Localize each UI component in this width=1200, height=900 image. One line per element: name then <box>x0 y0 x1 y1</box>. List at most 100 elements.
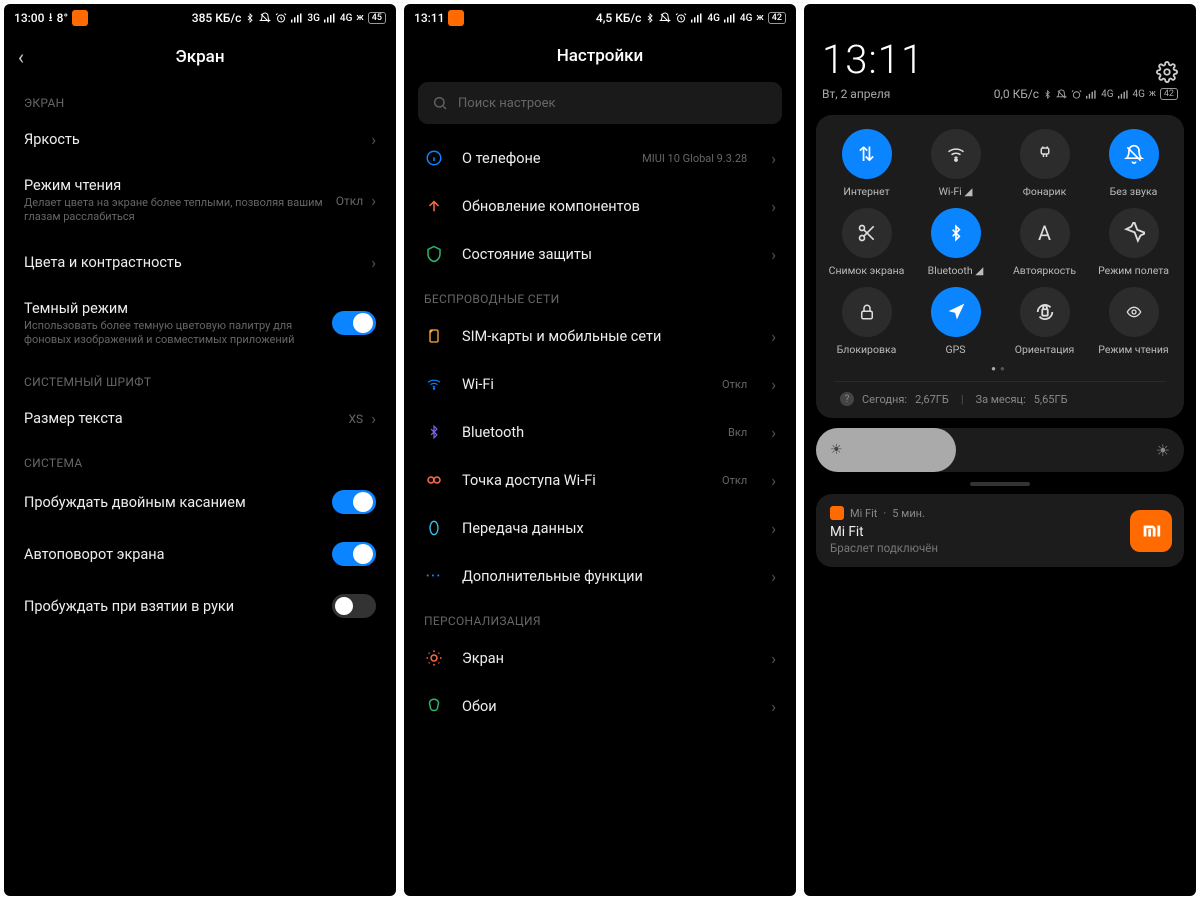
qs-tile-label: Блокировка <box>837 343 897 356</box>
auto-rotate-label: Автоповорот экрана <box>24 546 332 563</box>
qs-tile-label: Автояркость <box>1013 264 1076 277</box>
data-row[interactable]: Передача данных › <box>404 504 796 552</box>
shade-handle[interactable] <box>970 482 1030 486</box>
auto-rotate-toggle[interactable] <box>332 542 376 566</box>
mi-fit-icon <box>448 10 464 26</box>
chevron-right-icon: › <box>771 697 776 716</box>
wifi-icon <box>931 129 981 179</box>
wallpaper-row[interactable]: Обои › <box>404 682 796 730</box>
wifi-row[interactable]: Wi-Fi Откл › <box>404 360 796 408</box>
dark-mode-label: Темный режим <box>24 300 332 317</box>
brightness-row[interactable]: Яркость › <box>4 116 396 163</box>
gps-icon <box>931 287 981 337</box>
bluetooth-value: Вкл <box>728 426 747 439</box>
mute-icon <box>1109 129 1159 179</box>
shade-date: Вт, 2 апреля <box>822 87 890 101</box>
net-speed: 0,0 КБ/с <box>994 87 1039 101</box>
sim-row[interactable]: SIM-карты и мобильные сети › <box>404 312 796 360</box>
hotspot-row[interactable]: Точка доступа Wi-Fi Откл › <box>404 456 796 504</box>
qs-tile-label: Фонарик <box>1023 185 1067 198</box>
data-usage-row[interactable]: ? Сегодня: 2,67ГБ | За месяц: 5,65ГБ <box>834 381 1166 408</box>
phone-display-settings: 13:00 ⭳ 8° 385 КБ/с 3G 4G ж <box>4 4 396 896</box>
lift-wake-toggle[interactable] <box>332 594 376 618</box>
qs-tile-gps[interactable]: GPS <box>913 287 998 356</box>
wifi-icon <box>424 374 444 394</box>
signal-icon-2 <box>324 13 336 23</box>
qs-tile-autobright[interactable]: AАвтояркость <box>1002 208 1087 277</box>
chevron-right-icon: › <box>771 375 776 394</box>
shade-header: 13:11 <box>804 26 1196 87</box>
double-tap-toggle[interactable] <box>332 490 376 514</box>
double-tap-row[interactable]: Пробуждать двойным касанием <box>4 476 396 528</box>
reading-mode-row[interactable]: Режим чтения Делает цвета на экране боле… <box>4 163 396 239</box>
wallpaper-icon <box>424 696 444 716</box>
qs-tile-reading[interactable]: Режим чтения <box>1091 287 1176 356</box>
bluetooth-icon <box>931 208 981 258</box>
colors-row[interactable]: Цвета и контрастность › <box>4 239 396 286</box>
qs-tile-label: Интернет <box>843 185 889 198</box>
brightness-label: Яркость <box>24 131 365 148</box>
status-bar: 13:00 ⭳ 8° 385 КБ/с 3G 4G ж <box>4 4 396 32</box>
notification-card[interactable]: Mi Fit · 5 мин. Mi Fit Браслет подключён <box>816 494 1184 567</box>
net-speed: 4,5 КБ/с <box>596 11 642 25</box>
qs-tile-screenshot[interactable]: Снимок экрана <box>824 208 909 277</box>
qs-tile-label: Режим чтения <box>1098 343 1168 356</box>
shade-subheader: Вт, 2 апреля 0,0 КБ/с 4G 4G ж 42 <box>804 87 1196 109</box>
lift-wake-row[interactable]: Пробуждать при взятии в руки <box>4 580 396 632</box>
shield-icon <box>424 244 444 264</box>
dark-mode-toggle[interactable] <box>332 311 376 335</box>
qs-tile-label: Ориентация <box>1015 343 1075 356</box>
battery-indicator: 42 <box>768 12 786 24</box>
security-row[interactable]: Состояние защиты › <box>404 230 796 278</box>
info-icon <box>424 148 444 168</box>
qs-tile-flashlight[interactable]: Фонарик <box>1002 129 1087 198</box>
net-type-1: 4G <box>707 13 720 24</box>
lock-icon <box>842 287 892 337</box>
qs-tile-bluetooth[interactable]: Bluetooth ◢ <box>913 208 998 277</box>
text-size-label: Размер текста <box>24 410 349 427</box>
back-button[interactable]: ‹ <box>18 45 24 69</box>
update-label: Обновление компонентов <box>462 198 747 215</box>
update-icon <box>424 196 444 216</box>
internet-icon: ⇅ <box>842 129 892 179</box>
display-row[interactable]: Экран › <box>404 634 796 682</box>
status-time: 13:11 <box>414 11 444 25</box>
update-row[interactable]: Обновление компонентов › <box>404 182 796 230</box>
info-icon: ? <box>840 392 854 406</box>
signal-icon-2 <box>1118 90 1129 99</box>
settings-button[interactable] <box>1156 61 1178 83</box>
about-phone-row[interactable]: О телефоне MIUI 10 Global 9.3.28 › <box>404 134 796 182</box>
section-screen: ЭКРАН <box>4 82 396 116</box>
qs-tile-wifi[interactable]: Wi-Fi ◢ <box>913 129 998 198</box>
search-input[interactable]: Поиск настроек <box>418 82 782 124</box>
signal-icon <box>691 13 703 23</box>
section-font: СИСТЕМНЫЙ ШРИФТ <box>4 361 396 395</box>
qs-tile-airplane[interactable]: Режим полета <box>1091 208 1176 277</box>
wallpaper-label: Обои <box>462 698 747 715</box>
alarm-icon <box>675 12 687 24</box>
airplane-icon <box>1109 208 1159 258</box>
qs-tile-orientation[interactable]: Ориентация <box>1002 287 1087 356</box>
bluetooth-row[interactable]: Bluetooth Вкл › <box>404 408 796 456</box>
notif-title: Mi Fit <box>830 524 1170 540</box>
header: ‹ Экран <box>4 32 396 82</box>
bluetooth-icon <box>1043 89 1052 100</box>
page-indicator[interactable]: ●● <box>824 356 1176 377</box>
auto-rotate-row[interactable]: Автоповорот экрана <box>4 528 396 580</box>
about-phone-value: MIUI 10 Global 9.3.28 <box>642 152 747 165</box>
reading-mode-value: Откл <box>336 194 363 208</box>
net-sub: ж <box>756 13 763 23</box>
qs-tile-label: Bluetooth ◢ <box>928 264 984 277</box>
alarm-icon <box>1071 89 1082 100</box>
text-size-row[interactable]: Размер текста XS › <box>4 395 396 442</box>
dark-mode-row[interactable]: Темный режим Использовать более темную ц… <box>4 286 396 362</box>
reading-icon <box>1109 287 1159 337</box>
chevron-right-icon: › <box>371 130 376 149</box>
qs-tile-lock[interactable]: Блокировка <box>824 287 909 356</box>
brightness-slider[interactable]: ☀ ☀ <box>816 428 1184 472</box>
signal-icon <box>1086 90 1097 99</box>
more-row[interactable]: ••• Дополнительные функции › <box>404 552 796 600</box>
qs-tile-mute[interactable]: Без звука <box>1091 129 1176 198</box>
chevron-right-icon: › <box>771 649 776 668</box>
qs-tile-internet[interactable]: ⇅ Интернет <box>824 129 909 198</box>
